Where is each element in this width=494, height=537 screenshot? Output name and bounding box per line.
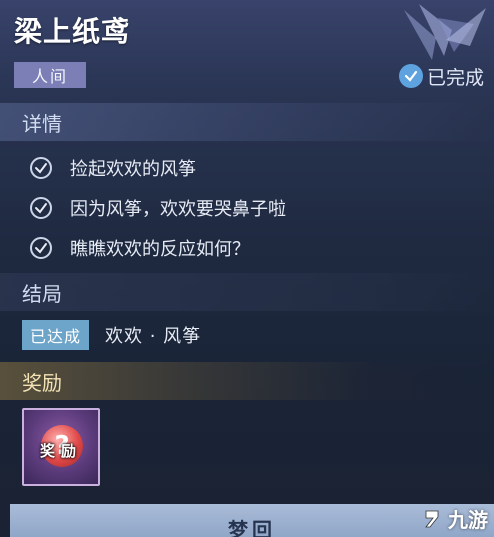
task-check-icon	[30, 237, 52, 259]
ending-row: 已达成 欢欢 · 风筝	[22, 320, 201, 350]
details-heading: 详情	[0, 103, 494, 141]
reward-item-label: 奖励	[39, 442, 82, 460]
task-item: 因为风筝，欢欢要哭鼻子啦	[30, 188, 286, 228]
completed-label: 已完成	[426, 66, 484, 89]
watermark-text: 九游	[448, 508, 488, 532]
task-text: 瞧瞧欢欢的反应如何？	[70, 239, 250, 260]
task-text: 捡起欢欢的风筝	[70, 159, 196, 180]
quest-panel: 梁上纸鸢 人间 已完成 详情 捡起欢欢的风筝 因为风筝，欢欢要哭鼻子啦 瞧瞧欢欢…	[0, 0, 494, 537]
realm-tag: 人间	[14, 62, 86, 88]
task-text: 因为风筝，欢欢要哭鼻子啦	[70, 199, 286, 220]
nine-game-logo-icon	[425, 510, 439, 527]
task-item: 瞧瞧欢欢的反应如何？	[30, 228, 286, 268]
completed-status: 已完成	[398, 62, 484, 90]
watermark: 九游	[420, 504, 488, 533]
ending-achieved-badge: 已达成	[22, 320, 90, 350]
ending-name: 欢欢 · 风筝	[105, 326, 202, 347]
task-check-icon	[30, 157, 52, 179]
check-circle-icon	[398, 64, 423, 88]
ending-heading: 结局	[0, 273, 494, 311]
quest-title: 梁上纸鸢	[14, 15, 131, 48]
task-check-icon	[30, 197, 52, 219]
task-item: 捡起欢欢的风筝	[30, 148, 286, 188]
reward-item-slot[interactable]: ? 奖励	[22, 408, 100, 486]
task-list: 捡起欢欢的风筝 因为风筝，欢欢要哭鼻子啦 瞧瞧欢欢的反应如何？	[30, 148, 286, 268]
reward-heading: 奖励	[0, 362, 494, 400]
